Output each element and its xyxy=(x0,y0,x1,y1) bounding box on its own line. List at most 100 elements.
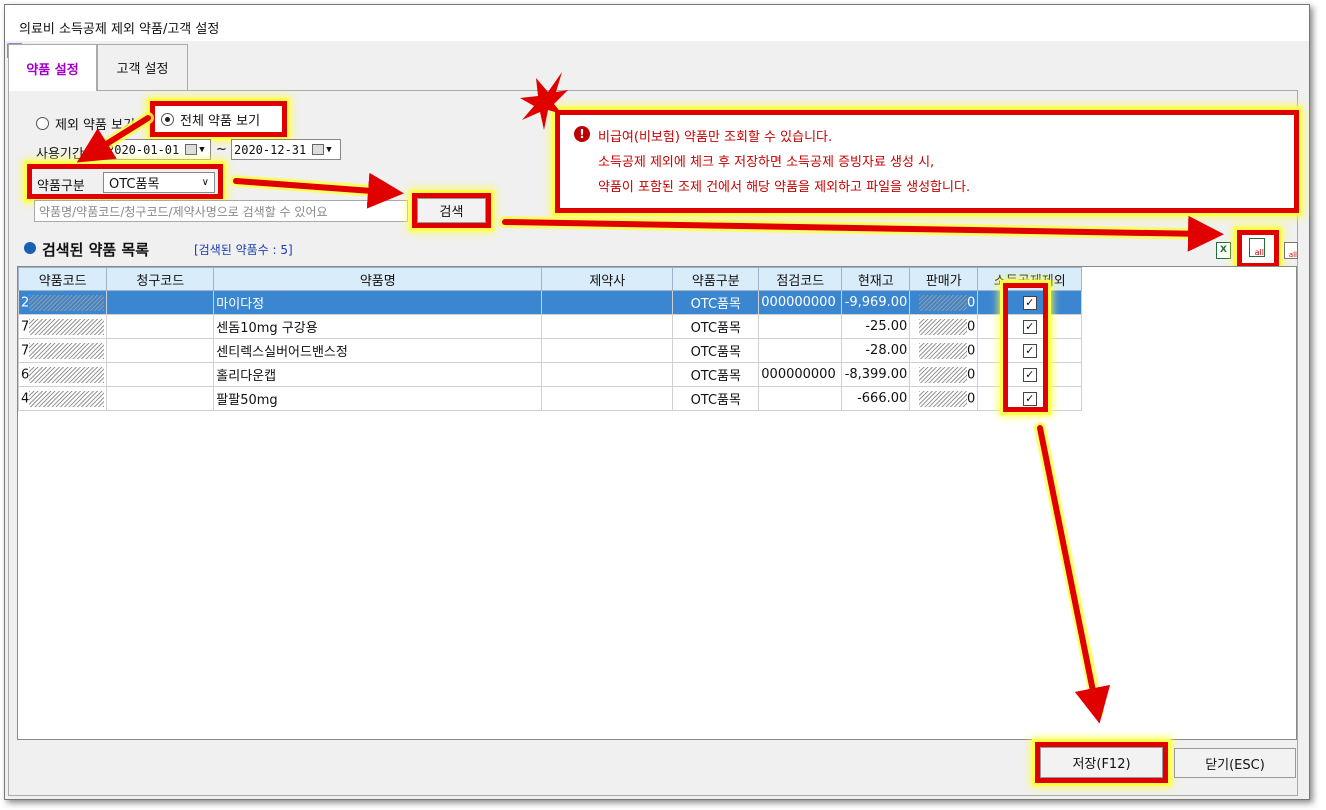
save-button[interactable]: 저장(F12) xyxy=(1040,747,1163,778)
category: OTC품목 xyxy=(672,338,760,363)
tab-label: 고객 설정 xyxy=(116,62,169,77)
search-input[interactable]: 약품명/약품코드/청구코드/제약사명으로 검색할 수 있어요 xyxy=(34,200,408,222)
list-title: 검색된 약품 목록 xyxy=(42,241,150,259)
category-filter: 약품구분 OTC품목 ∨ xyxy=(27,164,223,199)
dropdown-arrow-icon[interactable]: ▼ xyxy=(326,145,331,155)
stock: -28.00 xyxy=(841,338,911,363)
date-separator: ~ xyxy=(216,142,227,157)
col-claim-code[interactable]: 청구코드 xyxy=(106,267,215,291)
date-to-field[interactable]: 2020-12-31 ▼ xyxy=(231,139,341,160)
check-code xyxy=(758,386,843,411)
export-all-highlight: all xyxy=(1237,230,1279,268)
radio-excluded-label: 제외 약품 보기 xyxy=(55,118,136,133)
drug-code-prefix: 6 xyxy=(21,367,30,382)
tab-customer-settings[interactable]: 고객 설정 xyxy=(97,44,188,90)
drug-code-prefix: 7 xyxy=(21,343,30,358)
col-check-code[interactable]: 점검코드 xyxy=(758,267,843,291)
category: OTC품목 xyxy=(672,290,760,315)
drug-name: 센티렉스실버어드밴스정 xyxy=(213,338,543,363)
drug-code-prefix: 7 xyxy=(21,319,30,334)
window-title: 의료비 소득공제 제외 약품/고객 설정 xyxy=(19,22,220,37)
export-all-icon[interactable]: all xyxy=(1249,238,1265,257)
drug-name: 마이다정 xyxy=(213,290,543,315)
claim-code xyxy=(106,290,215,315)
col-drug-code[interactable]: 약품코드 xyxy=(17,267,108,291)
price-suffix: 0 xyxy=(967,319,976,334)
col-category[interactable]: 약품구분 xyxy=(672,267,760,291)
redacted-price xyxy=(919,342,967,359)
drug-code-prefix: 4 xyxy=(21,391,30,406)
redacted-code xyxy=(29,294,105,311)
radio-all[interactable]: 전체 약품 보기 xyxy=(150,101,287,137)
period-label: 사용기간 xyxy=(36,147,84,162)
date-from-value: 2020-01-01 xyxy=(107,142,180,157)
date-from-field[interactable]: 2020-01-01 ▼ xyxy=(104,139,211,160)
radio-excluded[interactable]: 제외 약품 보기 xyxy=(36,114,135,133)
burst-icon xyxy=(520,72,568,130)
redacted-code xyxy=(29,366,105,383)
drug-name: 센돔10mg 구강용 xyxy=(213,314,543,339)
drug-code-prefix: 2 xyxy=(21,295,30,310)
check-code: 000000000 xyxy=(758,290,843,315)
dropdown-arrow-icon[interactable]: ▼ xyxy=(199,145,204,155)
col-stock[interactable]: 현재고 xyxy=(841,267,911,291)
claim-code xyxy=(106,314,215,339)
category-label: 약품구분 xyxy=(37,179,85,194)
close-button[interactable]: 닫기(ESC) xyxy=(1174,748,1296,778)
maker xyxy=(541,386,674,411)
col-drug-name[interactable]: 약품명 xyxy=(213,267,543,291)
date-to-value: 2020-12-31 xyxy=(234,142,307,157)
maker xyxy=(541,290,674,315)
search-placeholder: 약품명/약품코드/청구코드/제약사명으로 검색할 수 있어요 xyxy=(39,204,328,219)
radio-circle xyxy=(36,117,49,130)
bullet-icon xyxy=(24,242,36,254)
redacted-price xyxy=(919,294,967,311)
tab-drug-settings[interactable]: 약품 설정 xyxy=(8,44,97,91)
warning-icon: ! xyxy=(574,126,590,142)
price-suffix: 0 xyxy=(967,295,976,310)
check-code xyxy=(758,338,843,363)
drug-name: 홀리다운캡 xyxy=(213,362,543,387)
stock: -25.00 xyxy=(841,314,911,339)
save-button-label: 저장(F12) xyxy=(1072,757,1131,772)
claim-code xyxy=(106,386,215,411)
table-row[interactable]: 4 팔팔50mg OTC품목 -666.00 0 ✓ xyxy=(17,386,1083,411)
price-suffix: 0 xyxy=(967,367,976,382)
category-select[interactable]: OTC품목 ∨ xyxy=(103,172,215,193)
notice-line-3: 약품이 포함된 조제 건에서 해당 약품을 제외하고 파일을 생성합니다. xyxy=(598,180,971,195)
list-count: [검색된 약품수 : 5] xyxy=(194,243,293,257)
stock: -8,399.00 xyxy=(841,362,911,387)
excel-export-icon[interactable]: X xyxy=(1216,242,1231,259)
search-button-label: 검색 xyxy=(439,205,464,220)
col-maker[interactable]: 제약사 xyxy=(541,267,674,291)
price-suffix: 0 xyxy=(967,391,976,406)
check-code: 000000000 xyxy=(758,362,843,387)
save-button-highlight: 저장(F12) xyxy=(1035,742,1168,783)
tab-label: 약품 설정 xyxy=(26,62,79,78)
drug-table: 약품코드 청구코드 약품명 제약사 약품구분 점검코드 현재고 판매가 소득공제… xyxy=(17,266,1297,740)
radio-all-label: 전체 약품 보기 xyxy=(180,113,261,129)
col-price[interactable]: 판매가 xyxy=(909,267,979,291)
category: OTC품목 xyxy=(672,386,760,411)
category: OTC품목 xyxy=(672,362,760,387)
export-all-alt-icon[interactable]: all xyxy=(1284,242,1298,259)
search-button[interactable]: 검색 xyxy=(417,198,486,223)
redacted-price xyxy=(919,390,967,407)
calendar-icon[interactable] xyxy=(185,144,198,155)
redacted-code xyxy=(29,390,105,407)
redacted-code xyxy=(29,318,105,335)
table-row[interactable]: 2 마이다정 OTC품목 000000000 -9,969.00 0 ✓ xyxy=(17,290,1083,315)
claim-code xyxy=(106,338,215,363)
redacted-price xyxy=(919,366,967,383)
stock: -9,969.00 xyxy=(841,290,911,315)
table-row[interactable]: 7 센돔10mg 구강용 OTC품목 -25.00 0 ✓ xyxy=(17,314,1083,339)
price-suffix: 0 xyxy=(967,343,976,358)
notice-line-1: 비급여(비보험) 약품만 조회할 수 있습니다. xyxy=(598,130,833,145)
table-row[interactable]: 7 센티렉스실버어드밴스정 OTC품목 -28.00 0 ✓ xyxy=(17,338,1083,363)
table-row[interactable]: 6 홀리다운캡 OTC품목 000000000 -8,399.00 0 ✓ xyxy=(17,362,1083,387)
search-button-highlight: 검색 xyxy=(412,193,491,228)
calendar-icon[interactable] xyxy=(312,144,325,155)
drug-table-grid: 약품코드 청구코드 약품명 제약사 약품구분 점검코드 현재고 판매가 소득공제… xyxy=(17,267,1083,411)
maker xyxy=(541,314,674,339)
category: OTC품목 xyxy=(672,314,760,339)
